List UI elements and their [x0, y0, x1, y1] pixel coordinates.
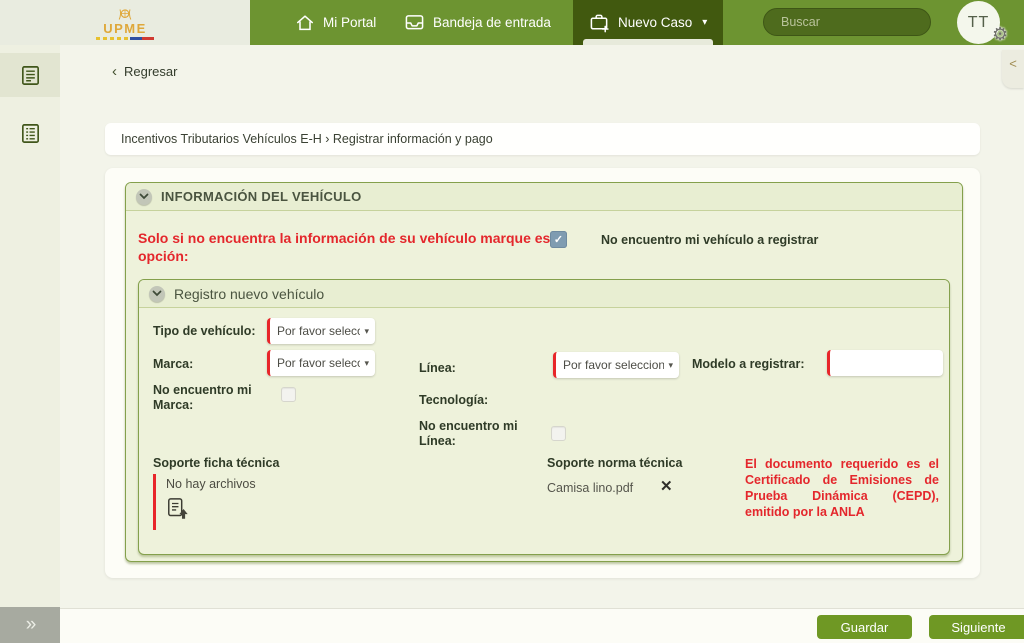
back-label: Regresar [124, 64, 177, 79]
avatar-initials: TT [968, 14, 990, 32]
nav-label: Mi Portal [323, 15, 376, 30]
sidebar-expand-button[interactable]: » [0, 607, 60, 643]
gear-icon[interactable]: ⚙ [992, 25, 1008, 43]
ficha-upload-zone: No hay archivos [153, 474, 256, 530]
soporte-norma-label: Soporte norma técnica [547, 456, 682, 471]
nav-label: Bandeja de entrada [433, 15, 551, 30]
right-panel-collapse-tab[interactable]: < [1002, 50, 1024, 88]
tipo-vehiculo-select[interactable]: Por favor seleccionar ▾ [267, 318, 375, 344]
inbox-icon [404, 13, 425, 32]
upme-logo-stack: UPME [96, 7, 154, 40]
checkbox-no-marca[interactable] [281, 387, 296, 402]
subpanel-title: Registro nuevo vehículo [174, 286, 324, 302]
chevron-down-icon: ▾ [702, 17, 707, 28]
chevron-down-icon: ▾ [668, 360, 673, 371]
search-input[interactable] [781, 15, 942, 29]
logo-text: UPME [103, 22, 147, 35]
norma-file-name: Camisa lino.pdf [547, 481, 633, 495]
breadcrumb-text: Incentivos Tributarios Vehículos E-H › R… [121, 132, 493, 146]
linea-label: Línea: [419, 361, 456, 376]
soporte-ficha-label: Soporte ficha técnica [153, 456, 279, 471]
flag-stripes [96, 37, 154, 40]
select-value: Por favor seleccionar [277, 356, 360, 370]
sidebar-item-form-list[interactable] [0, 111, 60, 155]
panel-informacion-vehiculo: INFORMACIÓN DEL VEHÍCULO Solo si no encu… [125, 182, 963, 562]
check-icon: ✓ [554, 233, 563, 246]
double-chevron-right-icon: » [26, 614, 35, 636]
checkbox-label: No encuentro mi vehículo a registrar [601, 233, 818, 248]
nav-bandeja-entrada[interactable]: Bandeja de entrada [404, 0, 551, 45]
document-lines-icon [19, 64, 42, 87]
close-icon[interactable]: ✕ [660, 477, 673, 495]
checkbox-no-linea[interactable] [551, 426, 566, 441]
tipo-vehiculo-label: Tipo de vehículo: [153, 324, 256, 339]
next-button[interactable]: Siguiente [929, 615, 1024, 639]
active-tab-indicator [583, 39, 713, 45]
no-marca-label: No encuentro mi Marca: [153, 383, 267, 413]
linea-select[interactable]: Por favor seleccionar ▾ [553, 352, 679, 378]
panel-title: INFORMACIÓN DEL VEHÍCULO [161, 189, 362, 204]
breadcrumb: Incentivos Tributarios Vehículos E-H › R… [105, 123, 980, 155]
chevron-left-icon: < [1009, 56, 1017, 71]
select-value: Por favor seleccionar [277, 324, 360, 338]
chevron-down-icon: ▾ [364, 326, 369, 337]
accordion-chevron-icon[interactable] [149, 286, 165, 302]
no-linea-label: No encuentro mi Línea: [419, 419, 533, 449]
briefcase-plus-icon [589, 13, 610, 33]
nav-label: Nuevo Caso [618, 15, 692, 30]
subpanel-header[interactable]: Registro nuevo vehículo [139, 280, 949, 308]
chevron-left-icon: ‹ [112, 65, 117, 78]
marca-label: Marca: [153, 357, 193, 372]
select-value: Por favor seleccionar [563, 358, 664, 372]
nav-nuevo-caso[interactable]: Nuevo Caso ▾ [573, 0, 723, 45]
upme-logo[interactable]: UPME [0, 0, 250, 45]
upme-crest-icon [114, 7, 136, 22]
topbar: UPME Mi Portal Bandeja de entrada [0, 0, 1024, 45]
tecnologia-label: Tecnología: [419, 393, 488, 408]
warning-text: Solo si no encuentra la información de s… [138, 229, 583, 265]
left-sidebar [0, 45, 60, 607]
subpanel-registro-nuevo-vehiculo: Registro nuevo vehículo Tipo de vehículo… [138, 279, 950, 555]
sidebar-item-form-current[interactable] [0, 53, 60, 97]
document-list-icon [19, 122, 42, 145]
back-link[interactable]: ‹ Regresar [112, 64, 177, 79]
file-upload-icon[interactable] [166, 497, 190, 521]
save-button[interactable]: Guardar [817, 615, 912, 639]
cepd-note: El documento requerido es el Certificado… [745, 456, 939, 520]
chevron-down-icon: ▾ [364, 358, 369, 369]
checkbox-no-encuentro-vehiculo[interactable]: ✓ [550, 231, 567, 248]
modelo-input[interactable] [827, 350, 943, 376]
modelo-label: Modelo a registrar: [692, 357, 805, 372]
ficha-empty-text: No hay archivos [166, 477, 256, 491]
marca-select[interactable]: Por favor seleccionar ▾ [267, 350, 375, 376]
panel-header[interactable]: INFORMACIÓN DEL VEHÍCULO [126, 183, 962, 211]
search-box[interactable] [763, 8, 931, 36]
accordion-chevron-icon[interactable] [136, 189, 152, 205]
app-window: UPME Mi Portal Bandeja de entrada [0, 0, 1024, 643]
home-icon [295, 13, 315, 33]
nav-mi-portal[interactable]: Mi Portal [295, 0, 376, 45]
